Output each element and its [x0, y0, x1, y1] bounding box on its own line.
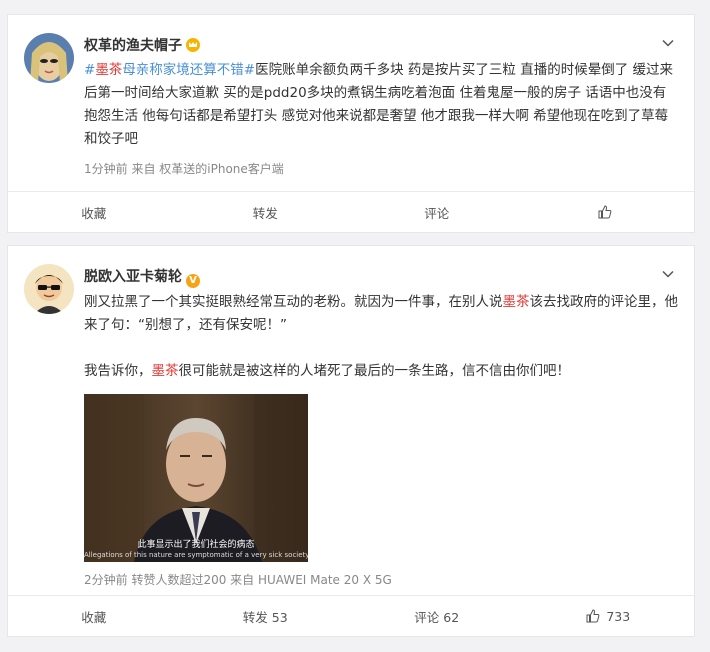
topic-keyword[interactable]: 墨茶	[152, 363, 179, 379]
post-meta: 1分钟前 来自 权革送的iPhone客户端	[84, 162, 284, 176]
chevron-down-icon[interactable]	[662, 37, 674, 49]
collect-button[interactable]: 收藏	[8, 192, 180, 232]
thumbs-up-icon	[586, 609, 600, 623]
repost-button[interactable]: 转发 53	[180, 596, 352, 636]
thumbs-up-icon	[598, 205, 612, 219]
avatar[interactable]	[24, 33, 74, 83]
topic-keyword[interactable]: 墨茶	[95, 62, 122, 78]
comment-button[interactable]: 评论 62	[351, 596, 523, 636]
verified-v-badge-icon: V	[186, 274, 200, 288]
collect-button[interactable]: 收藏	[8, 596, 180, 636]
post-meta: 2分钟前 转赞人数超过200 来自 HUAWEI Mate 20 X 5G	[84, 573, 392, 587]
image-caption-english: Allegations of this nature are symptomat…	[84, 551, 308, 559]
post-text: #墨茶母亲称家境还算不错#医院账单余额负两千多块 药是按片买了三粒 直播的时候晕…	[84, 59, 678, 151]
image-caption: 此事显示出了我们社会的病态	[137, 540, 255, 550]
username[interactable]: 权革的渔夫帽子	[84, 35, 200, 55]
like-button[interactable]	[523, 192, 695, 232]
action-bar: 收藏 转发 评论	[8, 191, 694, 232]
post-text: 刚又拉黑了一个其实挺眼熟经常互动的老粉。就因为一件事，在别人说墨茶该去找政府的评…	[84, 291, 678, 383]
post-paragraph-1: 刚又拉黑了一个其实挺眼熟经常互动的老粉。就因为一件事，在别人说墨茶该去找政府的评…	[84, 294, 678, 333]
comment-button[interactable]: 评论	[351, 192, 523, 232]
topic-hashtag-start[interactable]: #	[84, 62, 95, 78]
username[interactable]: 脱欧入亚卡菊轮 V	[84, 266, 200, 288]
post-paragraph-2: 我告诉你，墨茶很可能就是被这样的人堵死了最后的一条生路，信不信由你们吧！	[84, 363, 570, 379]
weibo-post-1: 权革的渔夫帽子 #墨茶母亲称家境还算不错#医院账单余额负两千多块 药是按片买了三…	[7, 14, 695, 233]
like-count: 733	[606, 608, 631, 624]
action-bar: 收藏 转发 53 评论 62 733	[8, 595, 694, 636]
post-image[interactable]: 此事显示出了我们社会的病态 Allegations of this nature…	[84, 394, 308, 562]
topic-keyword[interactable]: 墨茶	[503, 294, 530, 310]
repost-button[interactable]: 转发	[180, 192, 352, 232]
crown-badge-icon	[186, 38, 200, 52]
topic-hashtag[interactable]: 母亲称家境还算不错#	[122, 62, 255, 78]
weibo-post-2: 脱欧入亚卡菊轮 V 刚又拉黑了一个其实挺眼熟经常互动的老粉。就因为一件事，在别人说…	[7, 245, 695, 637]
avatar[interactable]	[24, 264, 74, 314]
like-button[interactable]: 733	[523, 596, 695, 636]
chevron-down-icon[interactable]	[662, 268, 674, 280]
